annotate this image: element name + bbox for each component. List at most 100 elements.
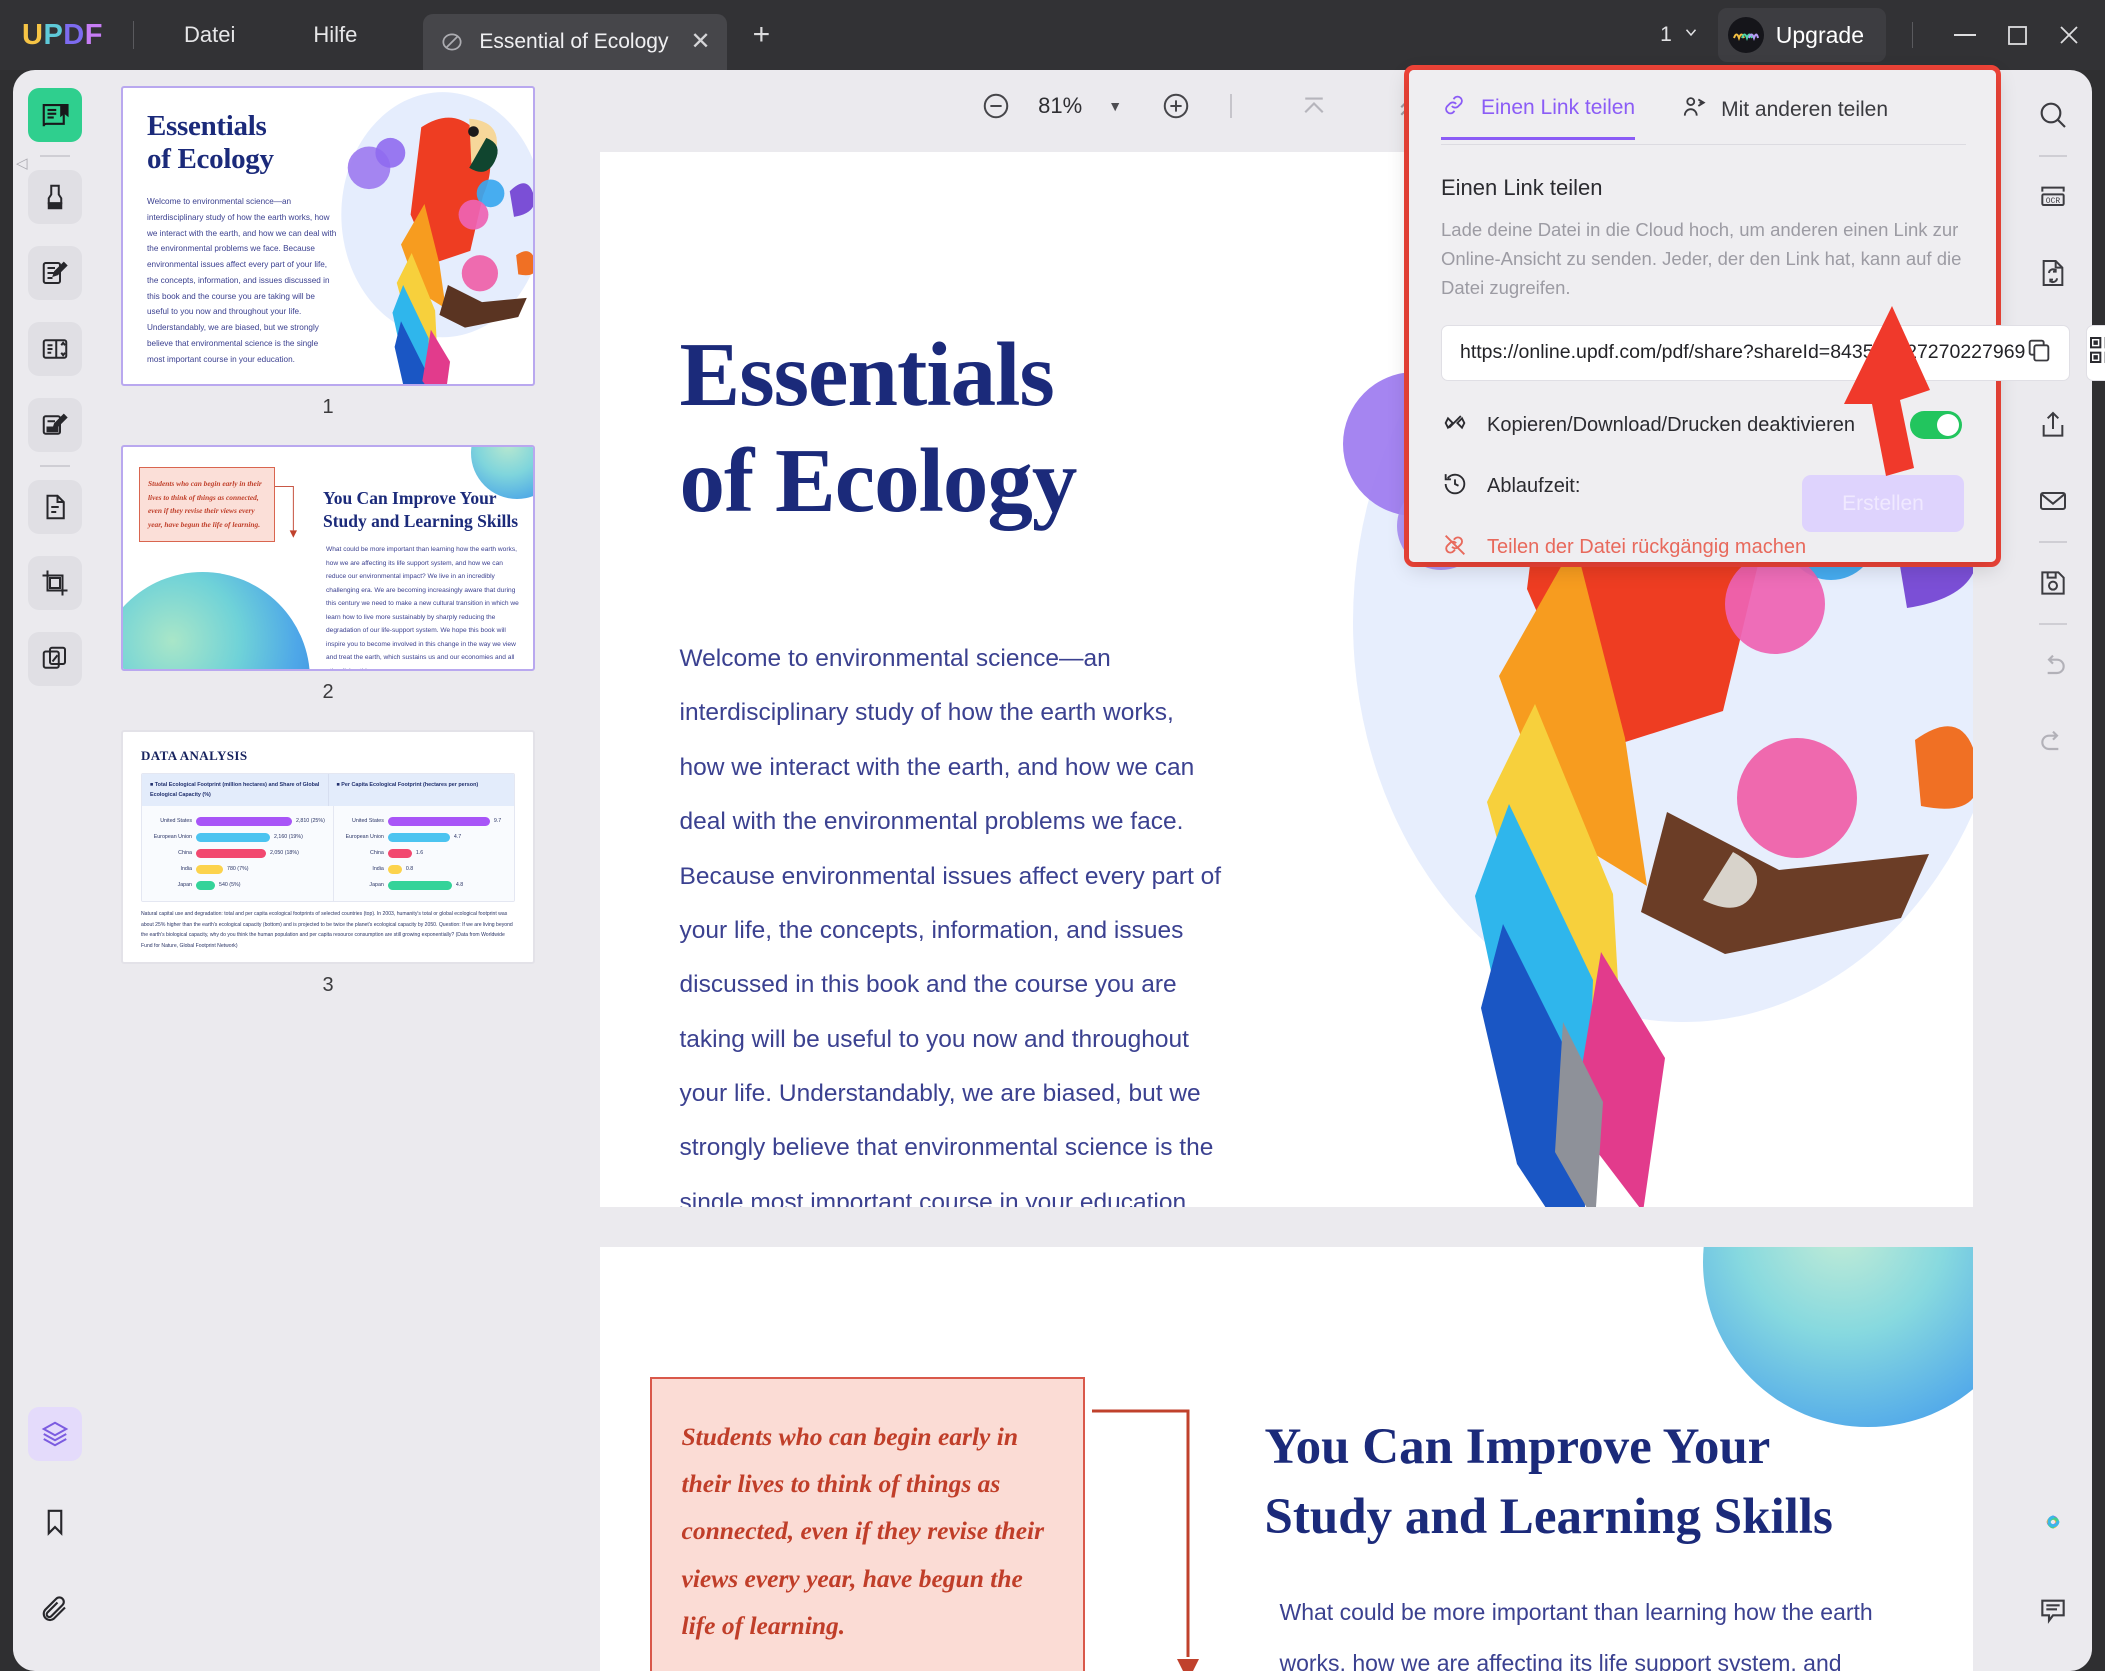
email-button[interactable] [2026,474,2080,528]
thumb1-title-line2: of Ecology [147,143,274,176]
updf-application-window: UPDF Datei Hilfe Essential of Ecology ✕ … [0,0,2105,1671]
tab-share-link[interactable]: Einen Link teilen [1441,92,1636,140]
thumbnail-number-1: 1 [322,396,334,418]
close-window-button[interactable] [2043,13,2095,57]
thumbnail-page-3[interactable]: DATA ANALYSIS ■ Total Ecological Footpri… [121,730,535,964]
zoom-dropdown-icon[interactable]: ▼ [1108,98,1122,114]
chart-1: United States 2,810 (25%) European Union 2… [142,806,334,901]
unlink-icon [1441,531,1469,564]
menu-hilfe[interactable]: Hilfe [291,14,379,56]
sidebar-item-highlight[interactable] [28,170,82,224]
thumbnail-item-3[interactable]: DATA ANALYSIS ■ Total Ecological Footpri… [121,730,535,997]
thumbnail-page-2[interactable]: Students who can begin early in their li… [121,445,535,671]
share-panel-heading: Einen Link teilen [1441,175,1603,200]
sidebar-item-thumbnails[interactable] [28,1407,82,1461]
share-button[interactable] [2026,398,2080,452]
revoke-share-label: Teilen der Datei rückgängig machen [1487,535,1807,558]
toolbar-divider [1230,94,1233,118]
chart2-title: ■ Per Capita Ecological Footprint (hecta… [336,782,479,788]
sidebar-item-attachments[interactable] [28,1583,82,1637]
sidebar-item-edit[interactable] [28,246,82,300]
sidebar-item-organize[interactable] [28,480,82,534]
share-panel-tabs: Einen Link teilen Mit anderen teilen [1409,70,1996,140]
minimize-button[interactable] [1939,13,1991,57]
first-page-button[interactable] [1294,86,1334,126]
thumb2-title-line2: Study and Learning Skills [323,510,519,531]
tab-share-link-label: Einen Link teilen [1481,96,1636,119]
titlebar-right-controls: 1 Upgrade [1660,8,2105,62]
zoom-out-button[interactable] [976,86,1016,126]
sidebar-item-crop[interactable] [28,556,82,610]
close-icon[interactable]: ✕ [690,30,710,54]
copy-icon[interactable] [2025,336,2053,369]
qr-code-button[interactable] [2086,324,2105,381]
disable-copy-option-label: Kopieren/Download/Drucken deaktivieren [1487,413,1855,436]
convert-button[interactable] [2026,246,2080,300]
page2-title-line1: You Can Improve Your [1264,1419,1771,1475]
menu-datei[interactable]: Datei [162,14,257,56]
thumb3-title: DATA ANALYSIS [141,748,248,763]
page2-arrow-icon [1091,1409,1199,1671]
page1-title-line2: of Ecology [679,429,1078,531]
window-count-selector[interactable]: 1 [1660,23,1700,47]
annotation-arrow-icon [1844,306,1930,476]
right-tool-rail: OCR [2013,70,2092,1671]
zoom-in-button[interactable] [1156,86,1196,126]
qr-code-icon [2087,334,2105,371]
thumbnail-item-2[interactable]: Students who can begin early in their li… [121,445,535,704]
rail-divider-2 [40,465,70,467]
page2-title-line2: Study and Learning Skills [1264,1489,1833,1546]
document-page-2: Students who can begin early in their li… [599,1247,1973,1671]
thumbnail-item-1[interactable]: Essentials of Ecology Welcome to environ… [121,86,535,419]
left-rail-bottom-group [13,1407,97,1637]
pdf-file-icon [439,29,465,55]
collapse-panel-icon[interactable]: ◁ [16,154,36,174]
page1-title-line1: Essentials [679,324,1055,425]
chart-2: United States 9.7 European Union 4.7 China… [345,816,502,890]
share-link-input[interactable]: https://online.updf.com/pdf/share?shareI… [1441,324,2071,381]
upgrade-badge-icon [1727,17,1764,53]
sidebar-item-form[interactable] [28,322,82,376]
titlebar-divider-2 [1912,22,1913,48]
sidebar-item-reader[interactable] [28,88,82,142]
app-logo: UPDF [22,18,103,51]
thumbnail-page-1[interactable]: Essentials of Ecology Welcome to environ… [121,86,535,386]
tab-share-with-others[interactable]: Mit anderen teilen [1681,94,1888,139]
search-button[interactable] [2026,88,2080,142]
share-panel-description: Lade deine Datei in die Cloud hoch, um a… [1441,219,1962,299]
clock-history-icon [1441,470,1469,503]
globe-illustration-thumb [123,572,310,669]
right-rail-divider-1 [2038,155,2067,157]
undo-button[interactable] [2026,638,2080,692]
save-button[interactable] [2026,556,2080,610]
link-icon [1441,92,1467,124]
right-rail-divider-2 [2038,541,2067,543]
title-bar: UPDF Datei Hilfe Essential of Ecology ✕ … [0,0,2105,70]
page1-body: Welcome to environmental science—an inte… [679,645,1222,1207]
zoom-level-value[interactable]: 81% [1038,93,1082,119]
sidebar-item-bookmarks[interactable] [28,1495,82,1549]
create-link-button[interactable]: Erstellen [1802,475,1964,532]
comments-button[interactable] [2026,1583,2080,1637]
document-tab[interactable]: Essential of Ecology ✕ [423,14,727,70]
redo-button[interactable] [2026,714,2080,768]
thumbnail-panel[interactable]: Essentials of Ecology Welcome to environ… [97,70,559,1671]
person-share-icon [1681,94,1707,126]
no-copy-icon [1441,409,1469,442]
chart1-title: ■ Total Ecological Footprint (million he… [142,774,329,806]
right-rail-divider-3 [2038,623,2067,625]
ocr-button[interactable]: OCR [2026,170,2080,224]
chevron-down-icon [1682,23,1700,47]
thumb2-quote: Students who can begin early in their li… [139,467,275,542]
parrot-illustration-thumb [320,88,533,384]
sidebar-item-annotate[interactable] [28,398,82,452]
thumb2-arrow-icon [275,485,297,538]
maximize-button[interactable] [1991,13,2043,57]
thumb3-caption: Natural capital use and degradation: tot… [141,911,513,950]
thumbnail-number-3: 3 [322,974,334,996]
new-tab-button[interactable]: + [753,20,771,50]
sidebar-item-compare[interactable] [28,632,82,686]
ai-assistant-button[interactable] [2026,1495,2080,1549]
upgrade-button[interactable]: Upgrade [1717,8,1886,62]
titlebar-divider [132,21,134,49]
